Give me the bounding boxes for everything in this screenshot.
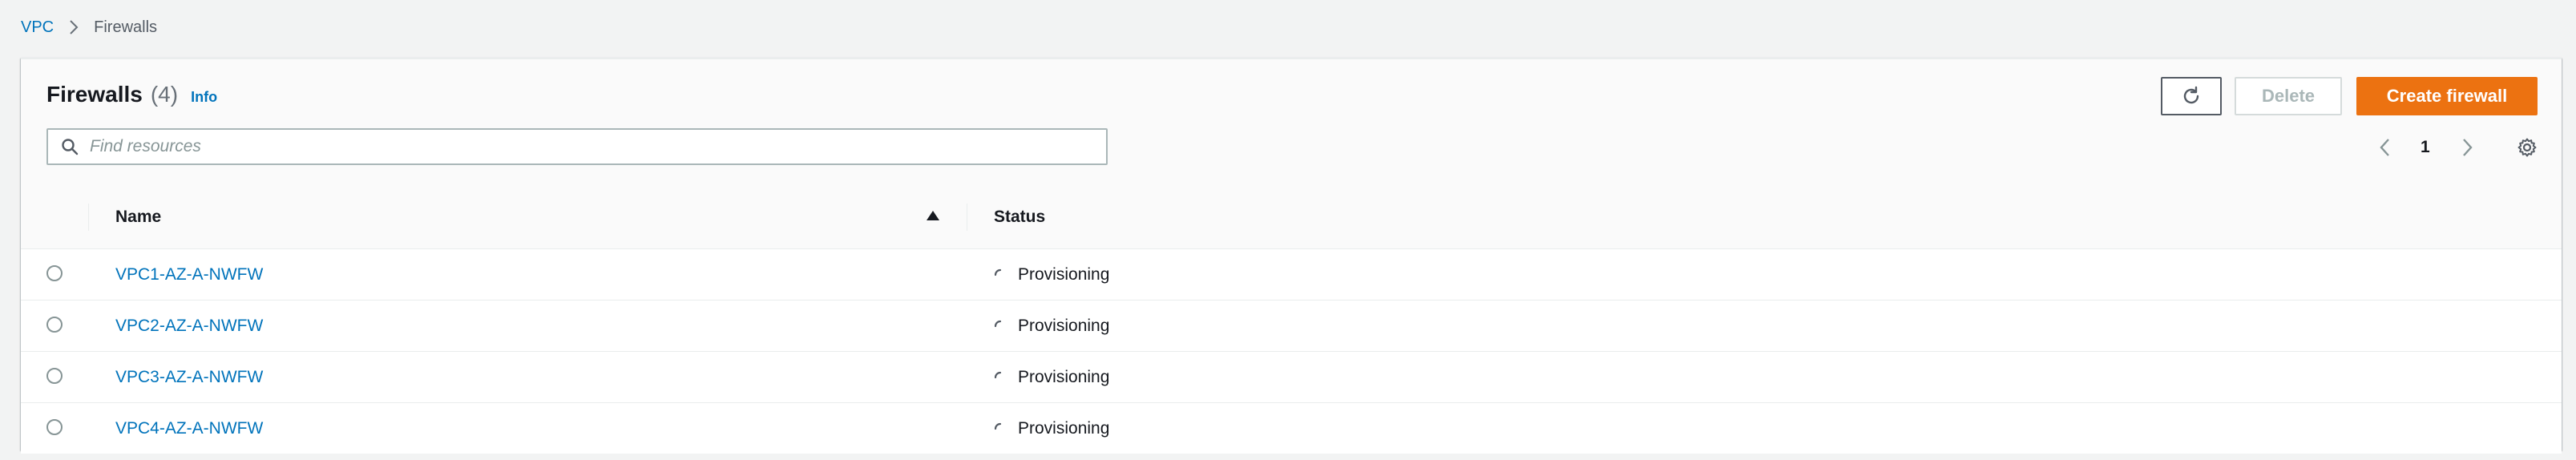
firewall-name-link[interactable]: VPC3-AZ-A-NWFW [115,352,263,402]
column-header-name[interactable]: Name [115,186,161,248]
status-cell: Provisioning [994,249,1109,300]
spinner-icon [994,268,1002,276]
row-select-radio[interactable] [46,419,63,435]
table-row[interactable]: VPC4-AZ-A-NWFW Provisioning [21,403,2562,454]
delete-button[interactable]: Delete [2235,77,2342,115]
status-text: Provisioning [1018,264,1110,284]
breadcrumb: VPC Firewalls [21,11,157,43]
gear-icon [2517,138,2537,157]
row-select-radio[interactable] [46,265,63,281]
status-text: Provisioning [1018,367,1110,386]
table-column-headers: Name Status [21,186,2562,249]
firewall-name-link[interactable]: VPC2-AZ-A-NWFW [115,301,263,351]
column-header-status[interactable]: Status [994,186,1045,248]
current-page-number[interactable]: 1 [2421,130,2430,165]
table-header-area: Firewalls (4) Info Delete Create firewal… [21,59,2562,187]
firewalls-table-container: Firewalls (4) Info Delete Create firewal… [21,58,2562,454]
refresh-button[interactable] [2161,77,2222,115]
chevron-left-icon [2380,139,2389,156]
search-input[interactable] [88,136,1085,157]
refresh-icon [2183,86,2199,104]
search-icon [62,139,79,155]
row-select-radio[interactable] [46,368,63,384]
page-title: Firewalls [46,82,143,107]
status-cell: Provisioning [994,403,1109,454]
spinner-icon [994,320,1002,327]
chevron-right-icon [2463,139,2473,156]
firewall-name-link[interactable]: VPC4-AZ-A-NWFW [115,403,263,454]
table-row[interactable]: VPC3-AZ-A-NWFW Provisioning [21,352,2562,403]
table-preferences-button[interactable] [2517,130,2538,165]
table-row[interactable]: VPC1-AZ-A-NWFW Provisioning [21,249,2562,301]
table-row[interactable]: VPC2-AZ-A-NWFW Provisioning [21,301,2562,352]
create-firewall-button[interactable]: Create firewall [2356,77,2538,115]
breadcrumb-vpc-link[interactable]: VPC [21,18,54,37]
row-select-radio[interactable] [46,317,63,333]
firewall-name-link[interactable]: VPC1-AZ-A-NWFW [115,249,263,300]
search-field [46,128,1108,165]
status-cell: Provisioning [994,301,1109,351]
table-title-row: Firewalls (4) Info [46,82,217,107]
breadcrumb-current: Firewalls [94,18,158,36]
chevron-right-icon [70,20,79,34]
spinner-icon [994,371,1002,378]
column-divider [88,204,89,231]
info-link[interactable]: Info [191,89,217,106]
status-text: Provisioning [1018,316,1110,335]
next-page-button[interactable] [2459,130,2475,165]
status-text: Provisioning [1018,418,1110,438]
previous-page-button[interactable] [2377,130,2393,165]
resource-count: (4) [150,82,179,107]
sort-ascending-icon[interactable] [925,208,941,224]
status-cell: Provisioning [994,352,1109,402]
spinner-icon [994,422,1002,430]
